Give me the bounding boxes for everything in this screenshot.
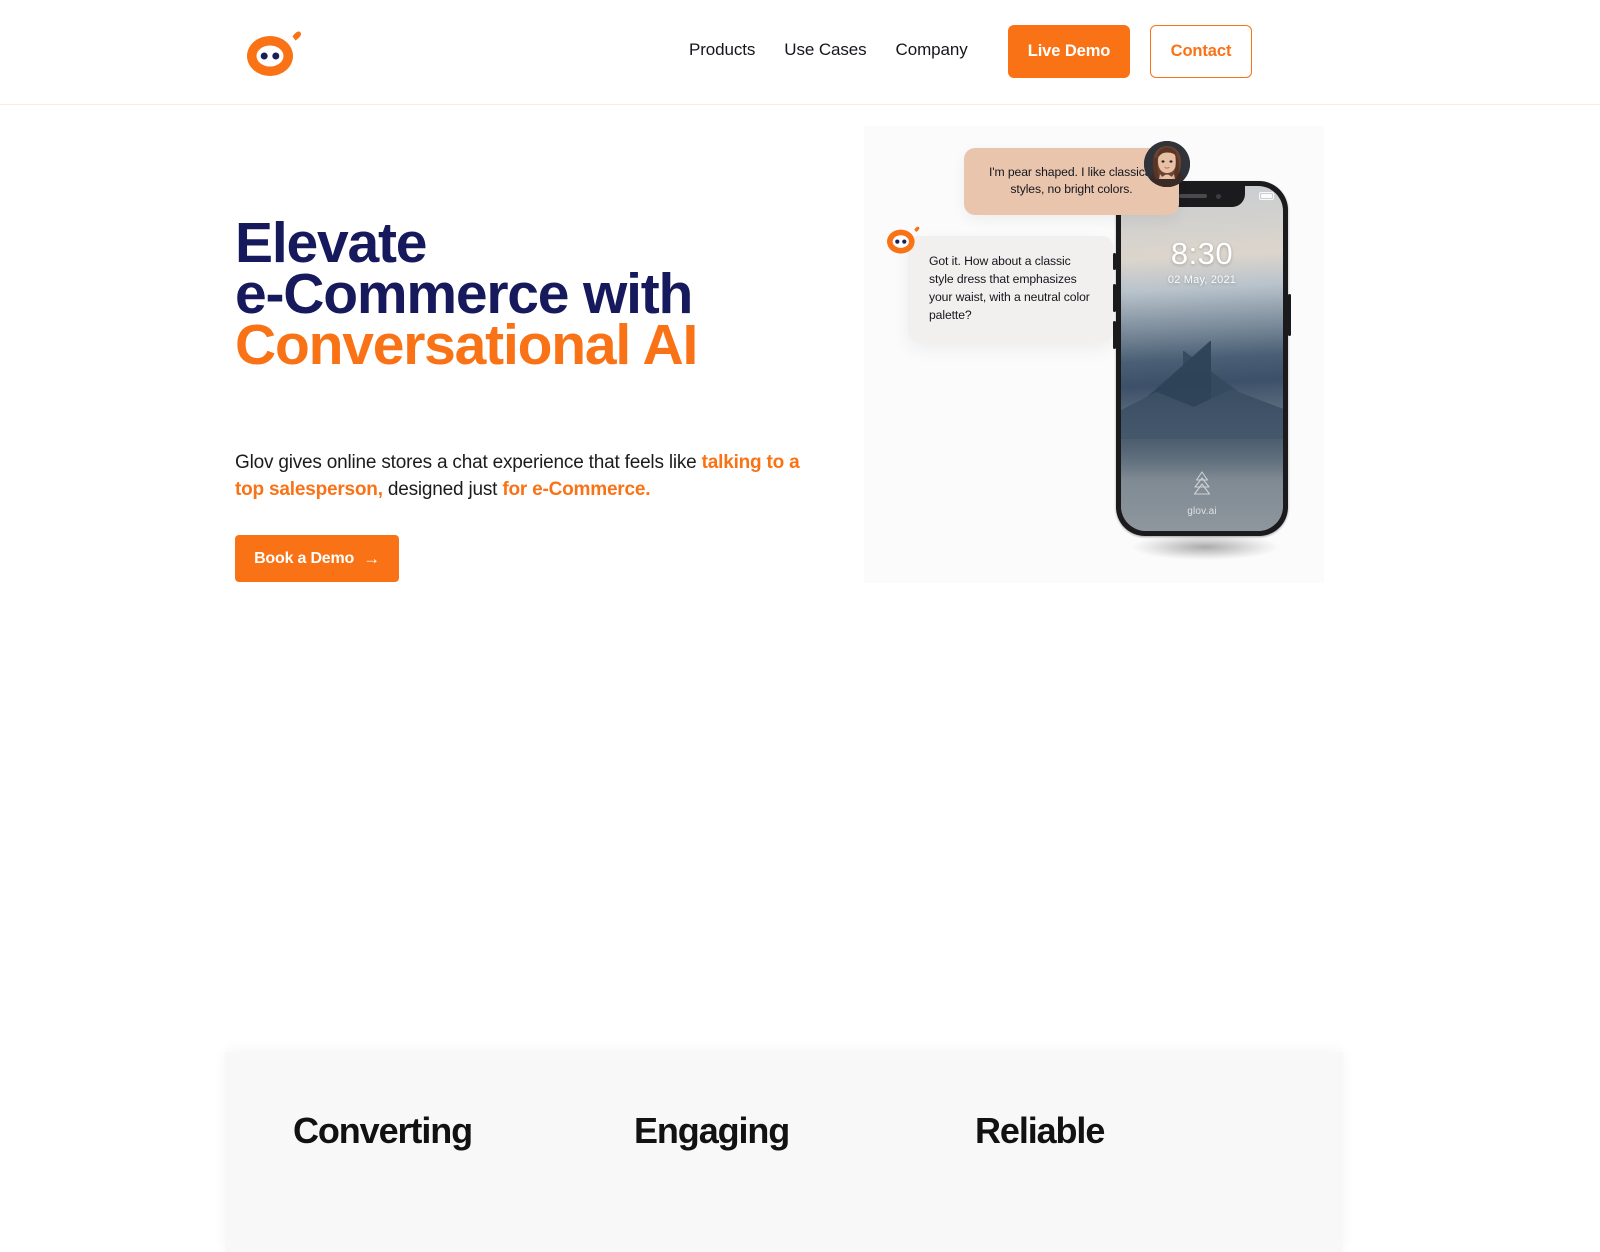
phone-power-button [1288, 294, 1291, 336]
site-header: Products Use Cases Company Live Demo Con… [0, 0, 1600, 105]
chat-bubble-bot: Got it. How about a classic style dress … [908, 236, 1113, 342]
woman-portrait-avatar [1144, 141, 1190, 187]
phone-camera-icon [1216, 193, 1221, 199]
book-a-demo-button[interactable]: Book a Demo → [235, 535, 399, 582]
arrow-right-icon: → [363, 549, 380, 568]
contact-button[interactable]: Contact [1150, 25, 1252, 78]
features-row: Converting Engaging Reliable [225, 1052, 1343, 1252]
glov-bot-logo-icon [884, 224, 920, 256]
lockscreen-brand-name: glov.ai [1187, 506, 1217, 517]
hero-subtitle-part-2: designed just [382, 478, 503, 500]
battery-icon [1259, 192, 1274, 200]
glov-bot-logo-icon[interactable] [242, 27, 302, 79]
phone-volume-down-button [1113, 321, 1116, 349]
hero-illustration: 8:30 02 May, 2021 glov.ai I'm pear shape… [864, 126, 1324, 583]
page-title: Elevate e-Commerce with Conversational A… [235, 215, 855, 377]
book-a-demo-label: Book a Demo [254, 549, 355, 567]
hero-subtitle-part-1: Glov gives online stores a chat experien… [235, 452, 702, 473]
lockscreen-time: 8:30 [1170, 236, 1234, 271]
phone-volume-up-button [1113, 284, 1116, 312]
hero-subtitle-highlight-2: for e-Commerce. [502, 478, 651, 500]
hero-subtitle: Glov gives online stores a chat experien… [235, 450, 810, 503]
phone-lockscreen: 8:30 02 May, 2021 glov.ai [1121, 186, 1283, 531]
phone-mute-switch [1113, 253, 1116, 270]
pine-tree-icon [1121, 470, 1283, 501]
nav-item-products[interactable]: Products [689, 40, 755, 60]
feature-title-engaging: Engaging [634, 1110, 790, 1151]
phone-speaker-icon [1179, 194, 1207, 198]
lockscreen-date: 02 May, 2021 [1167, 274, 1237, 286]
feature-title-reliable: Reliable [975, 1110, 1105, 1151]
nav-item-use-cases[interactable]: Use Cases [784, 40, 866, 60]
phone-drop-shadow [1132, 534, 1278, 560]
features-section: Converting Engaging Reliable [225, 1052, 1343, 1252]
hero-title-line-3: Conversational AI [235, 313, 698, 377]
main-navigation: Products Use Cases Company [689, 40, 968, 60]
feature-title-converting: Converting [293, 1110, 473, 1151]
nav-item-company[interactable]: Company [896, 40, 968, 60]
phone-mockup: 8:30 02 May, 2021 glov.ai [1113, 181, 1291, 536]
live-demo-button[interactable]: Live Demo [1008, 25, 1130, 78]
